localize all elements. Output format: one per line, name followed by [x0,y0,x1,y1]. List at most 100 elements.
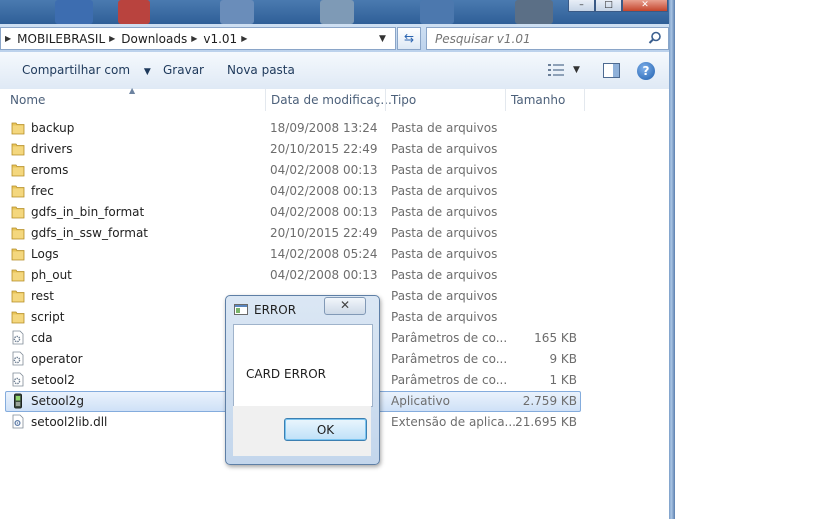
file-date: 04/02/2008 00:13 [270,163,378,177]
column-date[interactable]: Data de modificaç... [271,93,392,107]
taskbar-thumbnail [118,0,150,24]
refresh-button[interactable]: ⇆ [397,27,421,50]
file-type: Pasta de arquivos [391,184,498,198]
file-date: 20/10/2015 22:49 [270,226,378,240]
file-name: frec [31,184,54,198]
folder-icon [11,183,25,201]
column-type[interactable]: Tipo [391,93,416,107]
column-name[interactable]: Nome [10,93,45,107]
file-type: Parâmetros de co... [391,352,508,366]
chevron-right-icon[interactable]: ▶ [191,34,197,43]
file-date: 20/10/2015 22:49 [270,142,378,156]
file-type: Parâmetros de co... [391,331,508,345]
dialog-title: ERROR [254,303,297,317]
column-divider[interactable] [265,89,266,111]
file-name: ph_out [31,268,72,282]
command-bar: Compartilhar com ▼ Gravar Nova pasta ▼ ? [0,52,672,90]
folder-icon [11,309,25,327]
share-with-button[interactable]: Compartilhar com ▼ [22,63,151,77]
column-size[interactable]: Tamanho [511,93,565,107]
preview-pane-icon[interactable] [603,63,620,78]
dll-file-icon [11,414,25,432]
help-icon[interactable]: ? [637,62,655,80]
file-date: 04/02/2008 00:13 [270,184,378,198]
dialog-close-button[interactable]: ✕ [324,297,366,315]
close-icon: ✕ [339,298,351,312]
window-border [669,0,675,519]
file-row[interactable]: gdfs_in_bin_format 04/02/2008 00:13 Pasta … [0,202,672,223]
burn-button[interactable]: Gravar [163,63,204,77]
error-dialog: ERROR ✕ CARD ERROR OK [225,295,380,465]
chevron-right-icon[interactable]: ▶ [109,34,115,43]
caption-buttons: – □ ✕ [568,0,668,12]
column-divider[interactable] [584,89,585,111]
file-type: Parâmetros de co... [391,373,508,387]
ok-button[interactable]: OK [284,418,367,441]
taskbar-thumbnail [220,0,254,24]
breadcrumb-v101[interactable]: v1.01 [203,32,237,46]
file-type: Pasta de arquivos [391,268,498,282]
breadcrumb-downloads[interactable]: Downloads [121,32,187,46]
folder-icon [11,204,25,222]
chevron-down-icon[interactable]: ▼ [379,34,386,44]
file-name: Logs [31,247,59,261]
file-row[interactable]: gdfs_in_ssw_format 20/10/2015 22:49 Pasta … [0,223,672,244]
file-name: drivers [31,142,73,156]
column-divider[interactable] [505,89,506,111]
file-type: Pasta de arquivos [391,247,498,261]
file-row[interactable]: frec 04/02/2008 00:13 Pasta de arquivos [0,181,672,202]
search-input[interactable] [427,30,647,47]
file-size: 2.759 KB [522,394,577,408]
file-name: script [31,310,65,324]
file-name: gdfs_in_ssw_format [31,226,149,240]
file-row[interactable]: Logs 14/02/2008 05:24 Pasta de arquivos [0,244,672,265]
new-folder-button[interactable]: Nova pasta [227,63,295,77]
file-row[interactable]: eroms 04/02/2008 00:13 Pasta de arquivos [0,160,672,181]
file-type: Pasta de arquivos [391,142,498,156]
folder-icon [11,162,25,180]
file-name: operator [31,352,83,366]
config-file-icon [11,372,25,390]
file-type: Pasta de arquivos [391,289,498,303]
file-name: setool2lib.dll [31,415,108,429]
address-bar[interactable]: ▶ MOBILEBRASIL ▶ Downloads ▶ v1.01 ▶ ▼ [0,27,396,50]
minimize-icon[interactable]: – [568,0,595,12]
search-icon[interactable] [648,31,662,45]
folder-icon [11,267,25,285]
chevron-right-icon[interactable]: ▶ [5,34,11,43]
taskbar-thumbnail [420,0,454,24]
close-icon[interactable]: ✕ [622,0,668,12]
file-date: 14/02/2008 05:24 [270,247,378,261]
view-options-icon[interactable] [548,64,564,76]
file-row[interactable]: drivers 20/10/2015 22:49 Pasta de arquivos [0,139,672,160]
search-box[interactable] [426,27,669,50]
taskbar-thumbnail [515,0,553,24]
file-date: 18/09/2008 13:24 [270,121,378,135]
chevron-down-icon: ▼ [143,67,151,77]
config-file-icon [11,330,25,348]
folder-icon [11,225,25,243]
address-bar-area: ▶ MOBILEBRASIL ▶ Downloads ▶ v1.01 ▶ ▼ ⇆ [0,24,672,52]
taskbar-thumbnail [55,0,93,24]
dialog-footer: OK [233,406,371,456]
title-bar: – □ ✕ [0,0,672,24]
file-type: Pasta de arquivos [391,163,498,177]
file-name: eroms [31,163,69,177]
chevron-right-icon[interactable]: ▶ [241,34,247,43]
file-type: Pasta de arquivos [391,205,498,219]
file-type: Pasta de arquivos [391,310,498,324]
file-size: 1 KB [549,373,577,387]
file-type: Extensão de aplica... [391,415,516,429]
file-row[interactable]: ph_out 04/02/2008 00:13 Pasta de arquivos [0,265,672,286]
file-row[interactable]: backup 18/09/2008 13:24 Pasta de arquivos [0,118,672,139]
chevron-down-icon[interactable]: ▼ [573,65,580,75]
file-size: 21.695 KB [515,415,577,429]
column-divider[interactable] [385,89,386,111]
folder-icon [11,120,25,138]
breadcrumb-mobilebrasil[interactable]: MOBILEBRASIL [17,32,105,46]
dialog-message: CARD ERROR [246,367,327,381]
file-name: cda [31,331,53,345]
share-with-label: Compartilhar com [22,63,131,77]
folder-icon [11,246,25,264]
maximize-icon[interactable]: □ [595,0,622,12]
